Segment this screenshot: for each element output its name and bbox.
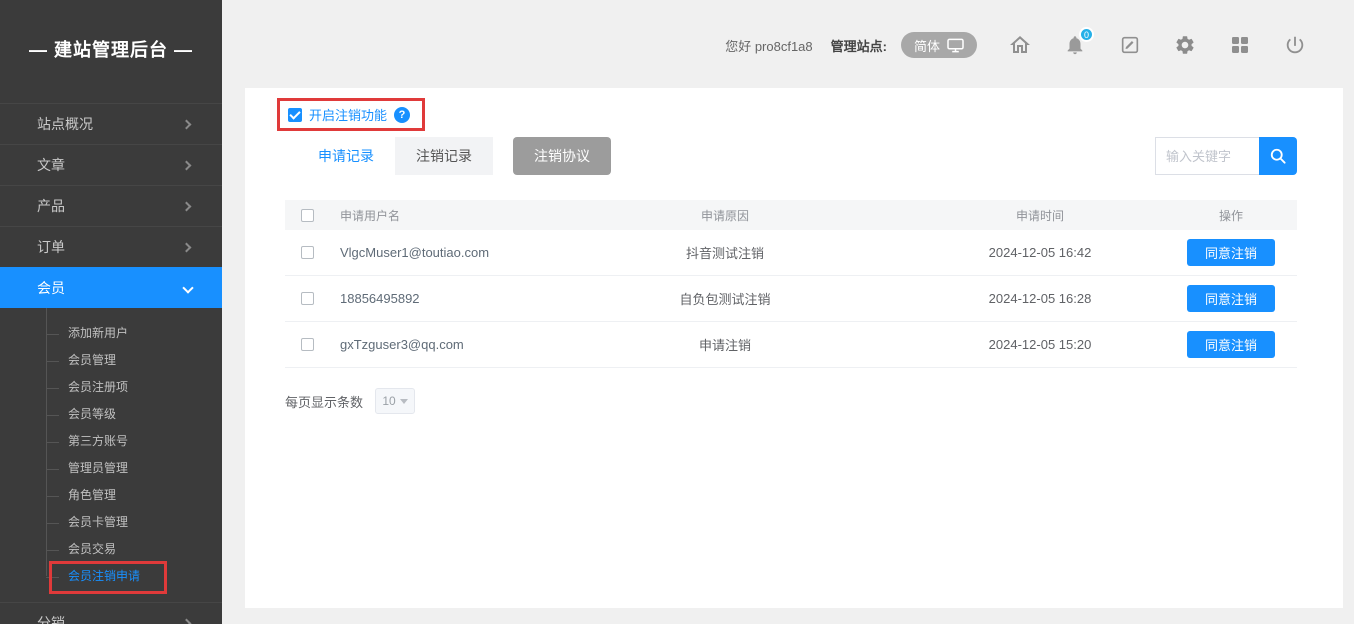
header-time: 申请时间: [915, 207, 1165, 224]
sidebar-item-label: 产品: [37, 196, 65, 216]
search-icon: [1268, 146, 1288, 166]
sidebar-menu: 站点概况 文章 产品 订单 会员 添加新用户 会员管理 会员注册项 会员等级 第…: [0, 103, 222, 624]
cell-time: 2024-12-05 16:42: [915, 245, 1165, 260]
cell-time: 2024-12-05 16:28: [915, 291, 1165, 306]
power-logout-icon[interactable]: [1283, 33, 1307, 57]
enable-cancellation-checkbox[interactable]: [288, 108, 302, 122]
tab-cancellation-agreement[interactable]: 注销协议: [513, 137, 611, 175]
language-pill-button[interactable]: 简体: [901, 32, 977, 58]
cell-username: VlgcMuser1@toutiao.com: [340, 245, 489, 261]
submenu-member-levels[interactable]: 会员等级: [0, 401, 222, 428]
table-row: VlgcMuser1@toutiao.com 抖音测试注销 2024-12-05…: [285, 230, 1297, 276]
cell-username: gxTzguser3@qq.com: [340, 337, 464, 353]
enable-cancellation-label: 开启注销功能: [309, 105, 387, 124]
notification-badge: 0: [1079, 27, 1094, 42]
sidebar-item-label: 分销: [37, 613, 65, 624]
apps-grid-icon[interactable]: [1228, 33, 1252, 57]
approve-cancellation-button[interactable]: 同意注销: [1187, 331, 1275, 358]
sidebar-item-products[interactable]: 产品: [0, 185, 222, 226]
chevron-right-icon: [182, 119, 192, 129]
app-title: — 建站管理后台 —: [0, 0, 222, 62]
home-icon[interactable]: [1008, 33, 1032, 57]
table-row: 18856495892 自负包测试注销 2024-12-05 16:28 同意注…: [285, 276, 1297, 322]
chevron-right-icon: [182, 242, 192, 252]
settings-gear-icon[interactable]: [1173, 33, 1197, 57]
cell-time: 2024-12-05 15:20: [915, 337, 1165, 352]
submenu-member-management[interactable]: 会员管理: [0, 347, 222, 374]
sidebar-item-label: 文章: [37, 155, 65, 175]
sidebar-item-label: 站点概况: [37, 114, 93, 134]
sidebar-item-distribution[interactable]: 分销: [0, 602, 222, 624]
main-content-card: 开启注销功能 ? 申请记录 注销记录 注销协议 申请用户名 申请原因 申请时间 …: [245, 88, 1343, 608]
table-row: gxTzguser3@qq.com 申请注销 2024-12-05 15:20 …: [285, 322, 1297, 368]
submenu-admin-management[interactable]: 管理员管理: [0, 455, 222, 482]
edit-icon[interactable]: [1118, 33, 1142, 57]
monitor-icon: [947, 38, 964, 53]
chevron-down-icon: [182, 282, 193, 293]
sidebar-item-articles[interactable]: 文章: [0, 144, 222, 185]
row-checkbox[interactable]: [301, 292, 314, 305]
sidebar-item-site-overview[interactable]: 站点概况: [0, 103, 222, 144]
cell-reason: 申请注销: [535, 335, 915, 354]
tab-application-records[interactable]: 申请记录: [297, 137, 395, 175]
cell-reason: 抖音测试注销: [535, 243, 915, 262]
page-size-label: 每页显示条数: [285, 392, 363, 411]
page-size-value: 10: [382, 394, 395, 408]
tab-bar: 申请记录 注销记录 注销协议: [297, 137, 611, 175]
header-username: 申请用户名: [329, 207, 535, 224]
search-input[interactable]: [1155, 137, 1259, 175]
top-header: 您好 pro8cf1a8 管理站点: 简体 0: [725, 30, 1307, 60]
submenu-member-transactions[interactable]: 会员交易: [0, 536, 222, 563]
notifications-bell-icon[interactable]: 0: [1063, 33, 1087, 57]
submenu-role-management[interactable]: 角色管理: [0, 482, 222, 509]
language-label: 简体: [914, 36, 940, 55]
managed-site-label: 管理站点:: [831, 36, 887, 55]
search-button[interactable]: [1259, 137, 1297, 175]
sidebar: — 建站管理后台 — 站点概况 文章 产品 订单 会员 添加新用户 会员管理 会…: [0, 0, 222, 624]
submenu-member-cancellation[interactable]: 会员注销申请: [0, 563, 222, 590]
annotation-box-toggle: 开启注销功能 ?: [277, 98, 425, 131]
header-reason: 申请原因: [535, 207, 915, 224]
header-action: 操作: [1165, 207, 1297, 224]
submenu-registration-fields[interactable]: 会员注册项: [0, 374, 222, 401]
row-checkbox[interactable]: [301, 246, 314, 259]
help-icon[interactable]: ?: [394, 107, 410, 123]
submenu-add-user[interactable]: 添加新用户: [0, 320, 222, 347]
chevron-down-icon: [400, 399, 408, 404]
sidebar-item-label: 会员: [37, 278, 65, 298]
sidebar-item-orders[interactable]: 订单: [0, 226, 222, 267]
row-checkbox[interactable]: [301, 338, 314, 351]
greeting-text: 您好 pro8cf1a8: [725, 36, 812, 55]
chevron-right-icon: [182, 201, 192, 211]
search-bar: [1155, 137, 1297, 175]
submenu-third-party-accounts[interactable]: 第三方账号: [0, 428, 222, 455]
table-header-row: 申请用户名 申请原因 申请时间 操作: [285, 200, 1297, 230]
chevron-right-icon: [182, 618, 192, 624]
cell-reason: 自负包测试注销: [535, 289, 915, 308]
tab-cancellation-records[interactable]: 注销记录: [395, 137, 493, 175]
cell-username: 18856495892: [340, 291, 420, 307]
members-submenu: 添加新用户 会员管理 会员注册项 会员等级 第三方账号 管理员管理 角色管理 会…: [0, 308, 222, 602]
sidebar-item-members[interactable]: 会员: [0, 267, 222, 308]
page-size-select[interactable]: 10: [375, 388, 415, 414]
applications-table: 申请用户名 申请原因 申请时间 操作 VlgcMuser1@toutiao.co…: [285, 200, 1297, 368]
pagination-bar: 每页显示条数 10: [285, 388, 415, 414]
submenu-member-card[interactable]: 会员卡管理: [0, 509, 222, 536]
approve-cancellation-button[interactable]: 同意注销: [1187, 239, 1275, 266]
approve-cancellation-button[interactable]: 同意注销: [1187, 285, 1275, 312]
sidebar-item-label: 订单: [37, 237, 65, 257]
chevron-right-icon: [182, 160, 192, 170]
select-all-checkbox[interactable]: [301, 209, 314, 222]
